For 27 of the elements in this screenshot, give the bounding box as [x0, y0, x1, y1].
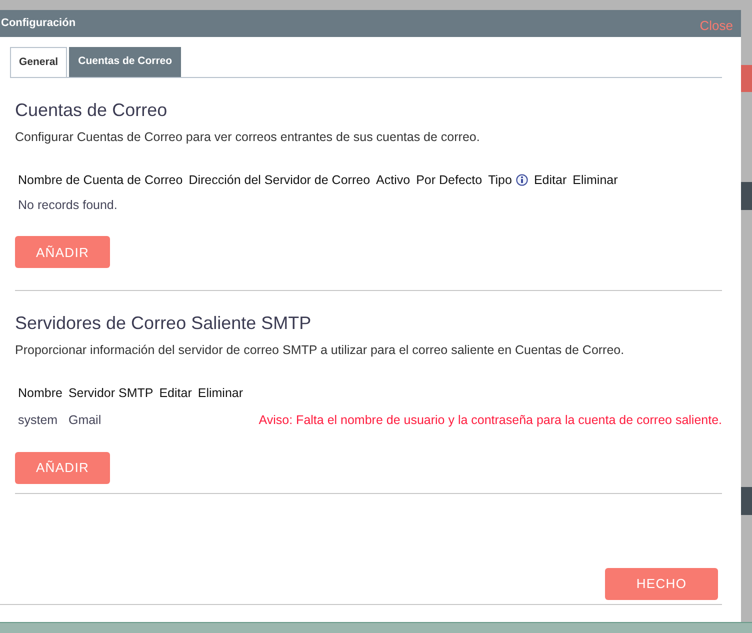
done-button[interactable]: HECHO — [605, 568, 718, 600]
column-header: Activo — [376, 172, 410, 189]
empty-message: No records found. — [18, 198, 118, 212]
table-cell: Gmail — [68, 412, 102, 427]
section-description: Proporcionar información del servidor de correo SMTP a utilizar para el correo saliente en Cuentas de Correo. — [15, 342, 626, 360]
column-header: Editar — [534, 172, 567, 189]
close-button[interactable]: Close — [700, 16, 733, 36]
column-header: Eliminar — [198, 385, 244, 402]
section-description: Configurar Cuentas de Correo para ver correos entrantes de sus cuentas de correo. — [15, 129, 481, 146]
tab[interactable]: Cuentas de Correo — [69, 47, 182, 77]
column-header: Editar — [159, 385, 192, 402]
column-header: Servidor SMTP — [68, 385, 154, 402]
dialog-title: Configuración — [1, 16, 76, 32]
add-button[interactable]: AÑADIR — [15, 452, 110, 484]
info-icon — [516, 174, 528, 186]
column-header: Eliminar — [572, 172, 618, 189]
section-heading: Servidores de Correo Saliente SMTP — [15, 312, 312, 336]
table-cell: system — [18, 412, 58, 427]
column-header: Por Defecto — [416, 172, 482, 189]
add-button[interactable]: AÑADIR — [15, 236, 110, 268]
column-header: Nombre — [18, 385, 62, 402]
column-header: Dirección del Servidor de Correo — [188, 172, 370, 189]
section-heading: Cuentas de Correo — [15, 99, 168, 122]
column-header: Nombre de Cuenta de Correo — [18, 172, 183, 189]
warning-message: Aviso: Falta el nombre de usuario y la contraseña para la cuenta de correo saliente. — [258, 412, 722, 427]
tab[interactable]: General — [10, 47, 68, 77]
column-header: Tipo — [488, 172, 512, 189]
